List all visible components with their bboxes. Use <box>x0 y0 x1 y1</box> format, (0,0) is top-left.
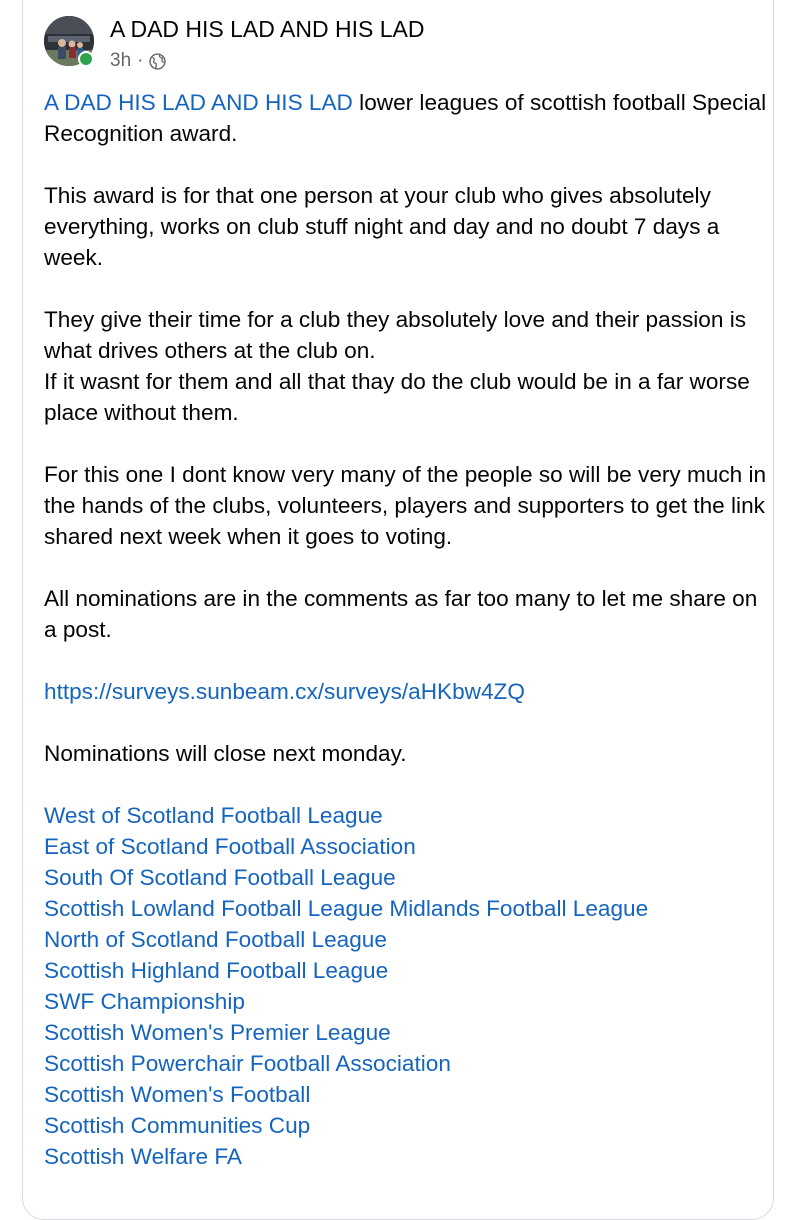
league-mention-link[interactable]: Scottish Highland Football League <box>44 955 769 986</box>
league-mention-link[interactable]: Scottish Welfare FA <box>44 1141 769 1172</box>
paragraph-passion: They give their time for a club they abs… <box>44 304 769 428</box>
closing-note: Nominations will close next monday. <box>44 741 407 766</box>
paragraph-voting: For this one I dont know very many of th… <box>44 462 767 549</box>
post-body: A DAD HIS LAD AND HIS LAD lower leagues … <box>44 87 769 1172</box>
globe-icon[interactable] <box>149 52 167 70</box>
page-mention-link[interactable]: A DAD HIS LAD AND HIS LAD <box>44 90 353 115</box>
survey-link[interactable]: https://surveys.sunbeam.cx/surveys/aHKbw… <box>44 679 525 704</box>
league-mention-link[interactable]: Scottish Communities Cup <box>44 1110 769 1141</box>
post-timestamp[interactable]: 3h <box>110 49 131 73</box>
passion-line-1: They give their time for a club they abs… <box>44 307 747 363</box>
post-meta: 3h · <box>110 49 167 73</box>
survey-paragraph: https://surveys.sunbeam.cx/surveys/aHKbw… <box>44 676 769 707</box>
league-mention-link[interactable]: West of Scotland Football League <box>44 800 769 831</box>
online-status-dot <box>78 51 94 67</box>
post-intro: A DAD HIS LAD AND HIS LAD lower leagues … <box>44 87 769 149</box>
league-mention-link[interactable]: South Of Scotland Football League <box>44 862 769 893</box>
league-mentions-list: West of Scotland Football League East of… <box>44 800 769 1172</box>
league-mention-link[interactable]: North of Scotland Football League <box>44 924 769 955</box>
passion-line-2: If it wasnt for them and all that thay d… <box>44 369 750 425</box>
league-mention-link[interactable]: Scottish Lowland Football League Midland… <box>44 893 769 924</box>
league-mention-link[interactable]: Scottish Powerchair Football Association <box>44 1048 769 1079</box>
meta-separator: · <box>137 50 144 71</box>
league-mention-link[interactable]: Scottish Women's Football <box>44 1079 769 1110</box>
league-mention-link[interactable]: SWF Championship <box>44 986 769 1017</box>
page-name[interactable]: A DAD HIS LAD AND HIS LAD <box>110 14 424 44</box>
league-mention-link[interactable]: Scottish Women's Premier League <box>44 1017 769 1048</box>
paragraph-award-description: This award is for that one person at you… <box>44 183 720 270</box>
paragraph-nominations: All nominations are in the comments as f… <box>44 586 758 642</box>
league-mention-link[interactable]: East of Scotland Football Association <box>44 831 769 862</box>
